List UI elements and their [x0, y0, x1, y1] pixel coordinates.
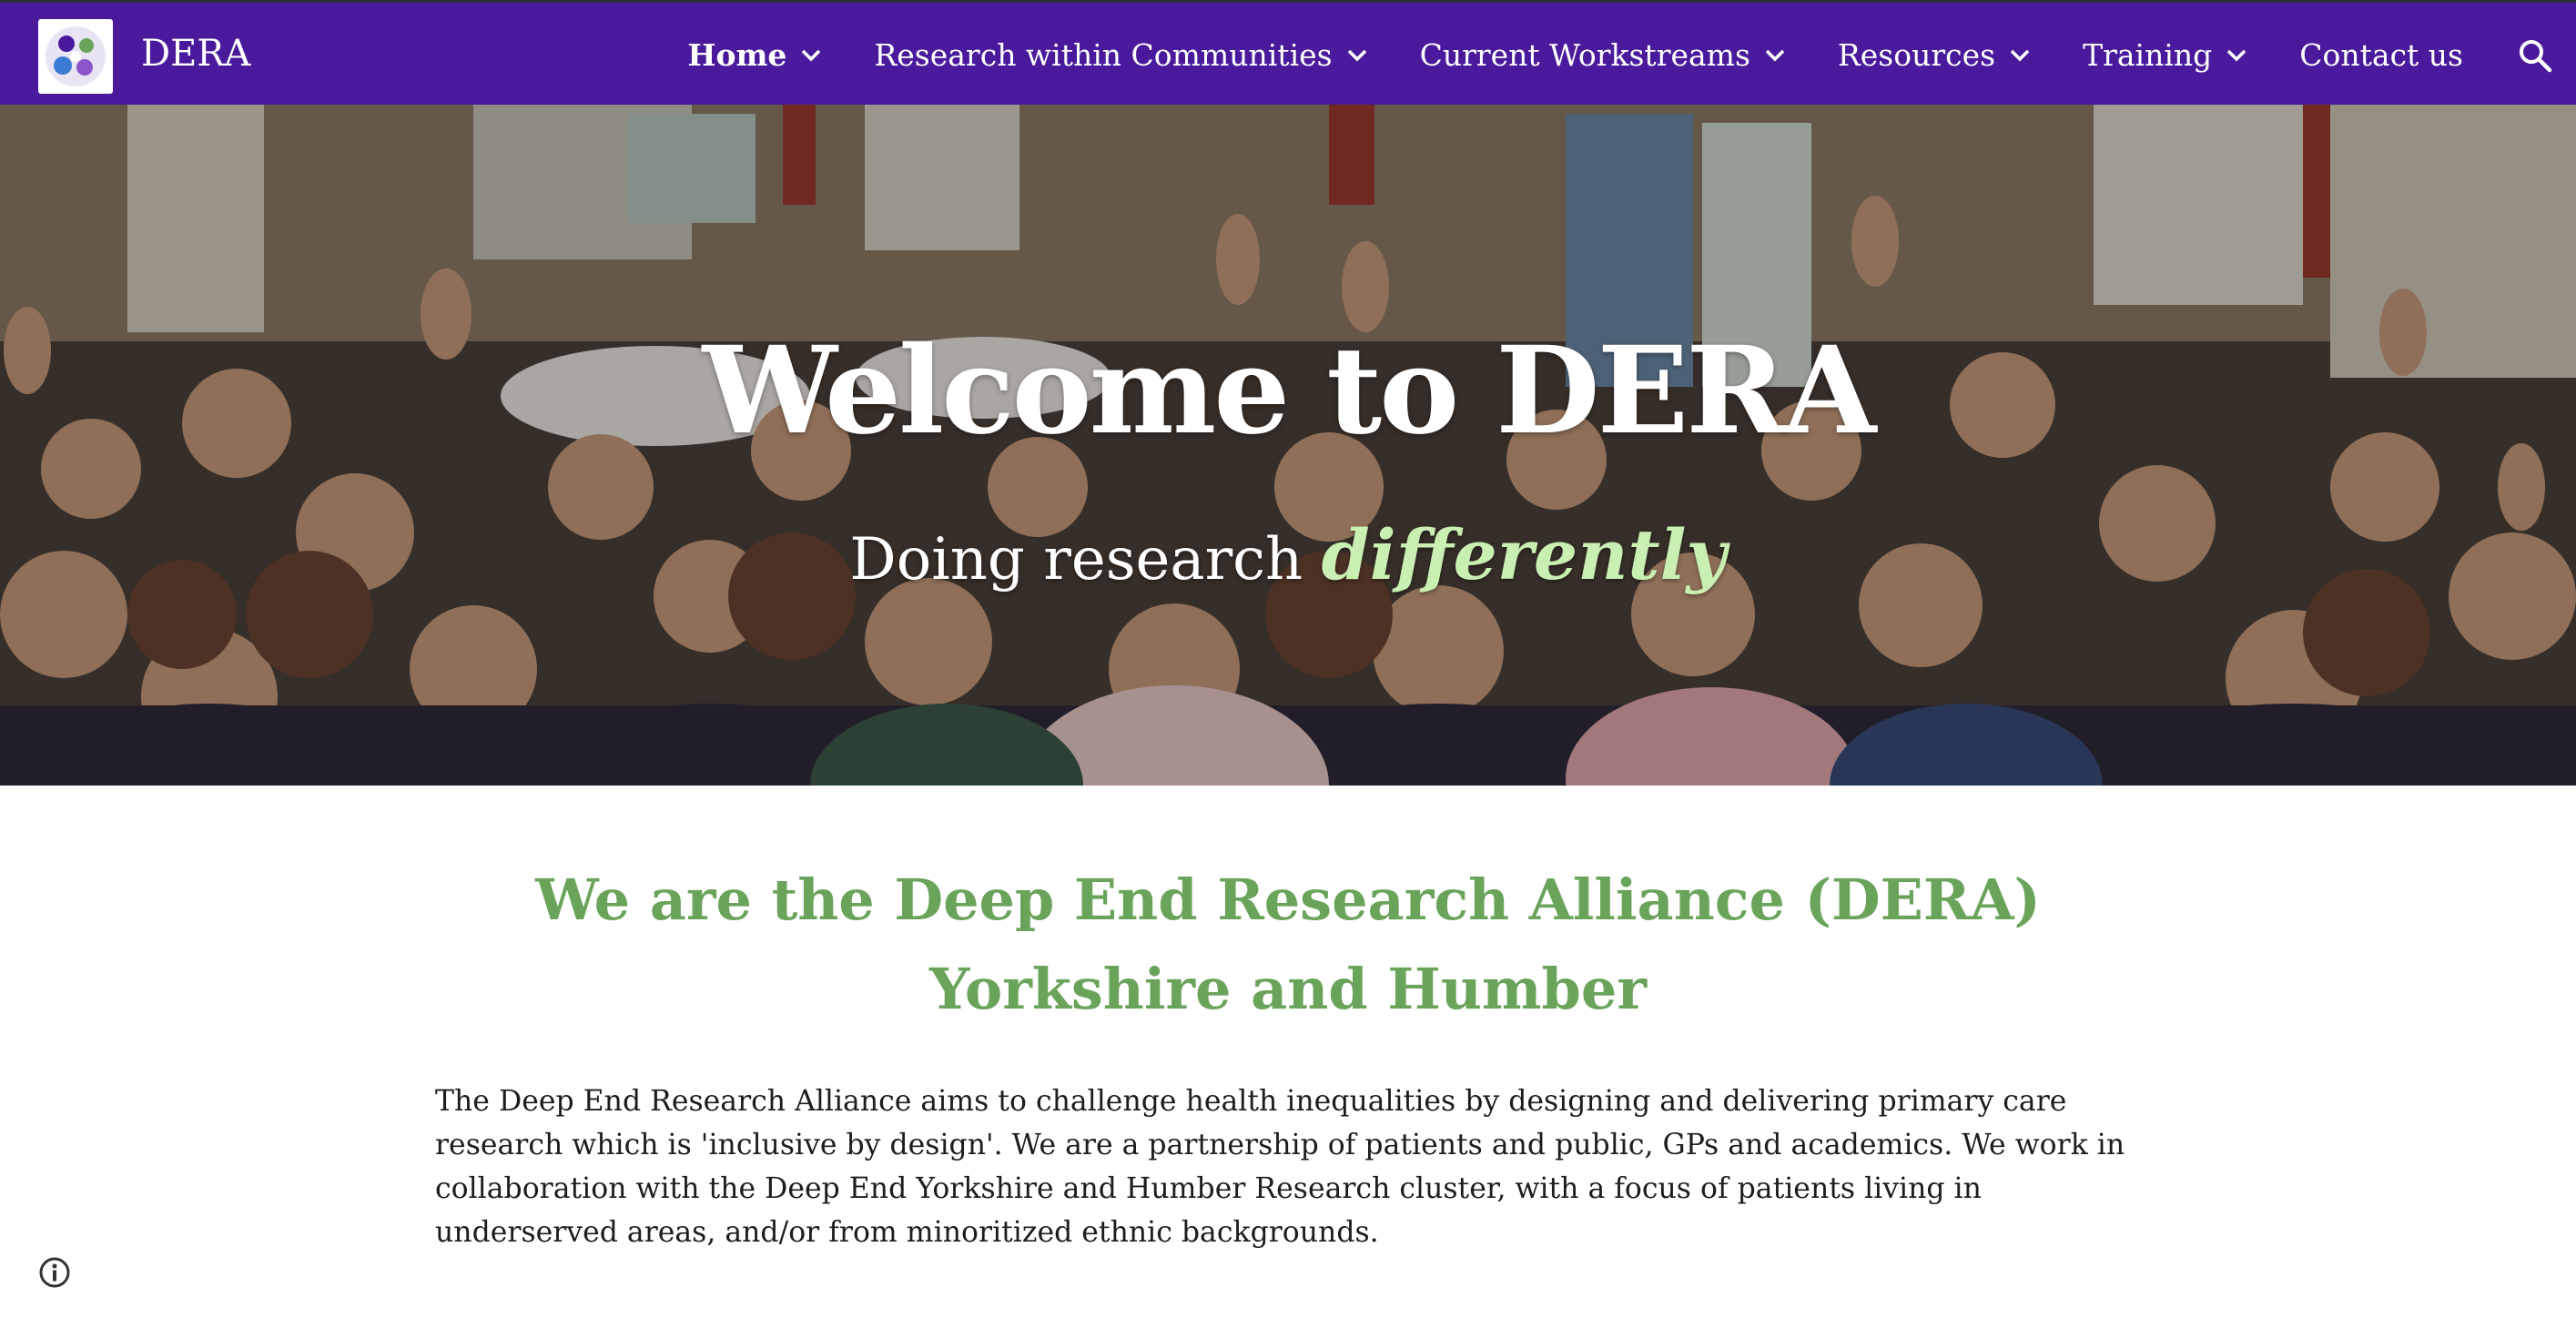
- hero-banner: Welcome to DERA Doing research different…: [0, 105, 2576, 786]
- nav-item-label: Training: [2083, 37, 2213, 73]
- chevron-down-icon[interactable]: [1763, 46, 1787, 65]
- nav-item-label: Resources: [1837, 37, 1996, 73]
- nav-item-resources[interactable]: Resources: [1838, 37, 2032, 73]
- logo-graphic: [46, 26, 106, 86]
- nav-item-current-workstreams[interactable]: Current Workstreams: [1420, 37, 1787, 73]
- nav-item-label: Current Workstreams: [1419, 37, 1750, 73]
- chevron-down-icon[interactable]: [2008, 46, 2032, 65]
- search-icon[interactable]: [2514, 35, 2556, 76]
- nav-item-label: Contact us: [2299, 37, 2463, 73]
- info-icon[interactable]: [38, 1256, 71, 1289]
- chevron-down-icon[interactable]: [799, 46, 823, 65]
- site-title[interactable]: DERA: [141, 30, 250, 77]
- hero-subtitle-prefix: Doing research: [849, 526, 1322, 593]
- nav-item-training[interactable]: Training: [2083, 37, 2248, 73]
- top-navigation-bar: DERA Home Research within Communities Cu…: [0, 0, 2576, 105]
- nav-item-contact-us[interactable]: Contact us: [2299, 37, 2463, 73]
- intro-paragraph: The Deep End Research Alliance aims to c…: [435, 1085, 2125, 1249]
- main-heading: We are the Deep End Research Alliance (D…: [535, 867, 2041, 1022]
- dera-logo-icon[interactable]: [38, 19, 113, 94]
- nav-item-research-within-communities[interactable]: Research within Communities: [874, 37, 1368, 73]
- hero-title: Welcome to DERA: [702, 320, 1877, 461]
- info-glyph: [39, 1257, 70, 1288]
- nav-item-label: Research within Communities: [874, 37, 1333, 73]
- nav-item-home[interactable]: Home: [687, 37, 823, 73]
- search-glyph: [2520, 39, 2552, 72]
- nav-item-label: Home: [687, 37, 787, 73]
- main-nav: Home Research within Communities Current…: [687, 3, 2576, 107]
- hero-subtitle: Doing research differently: [0, 514, 2576, 601]
- hero-subtitle-accent: differently: [1321, 514, 1727, 595]
- chevron-down-icon[interactable]: [1345, 46, 1369, 65]
- chevron-down-icon[interactable]: [2225, 46, 2248, 65]
